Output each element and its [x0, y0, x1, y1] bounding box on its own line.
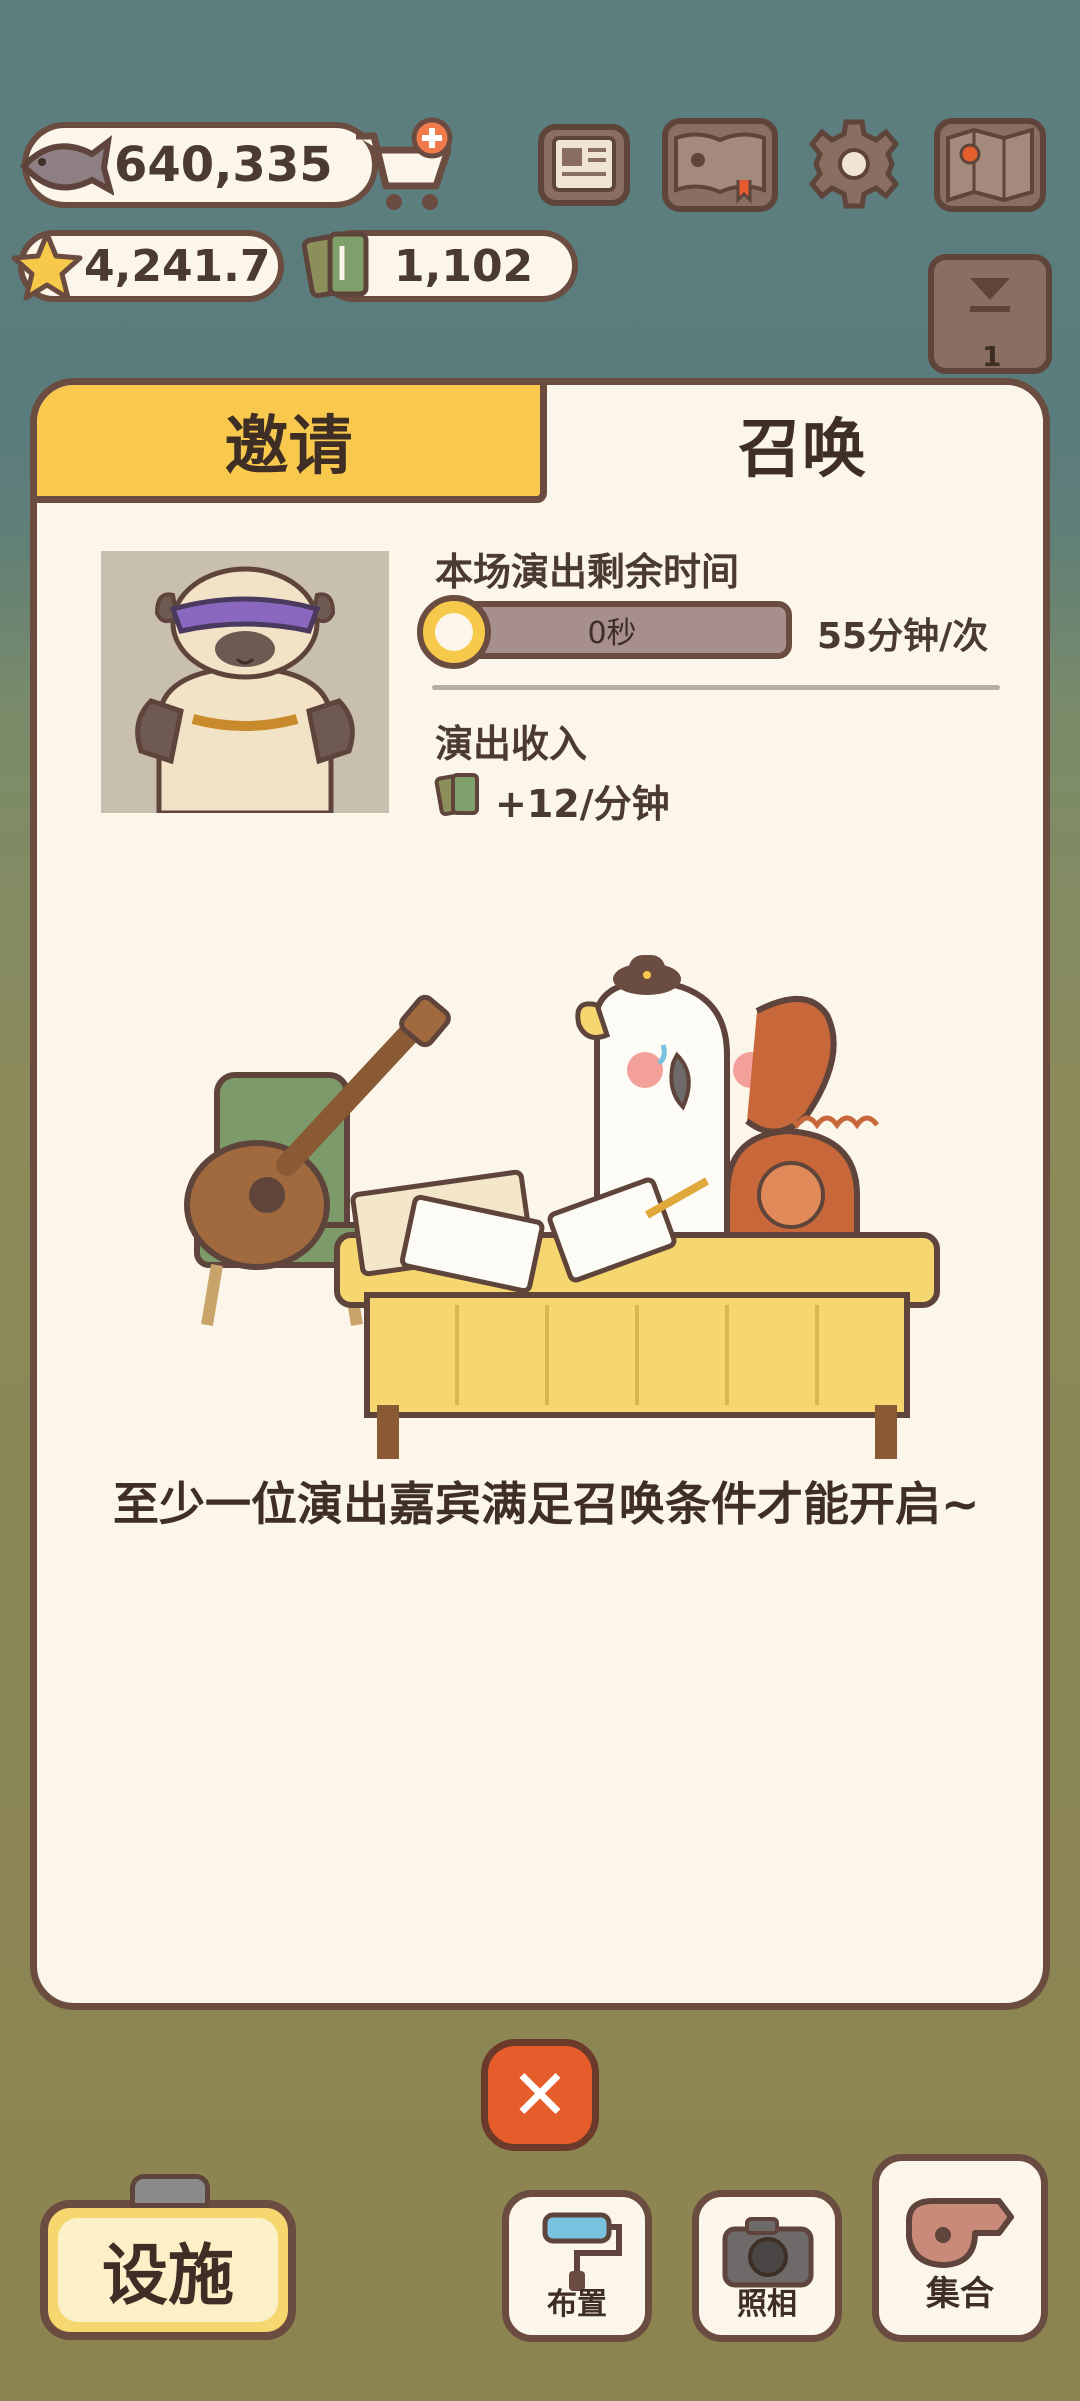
photo-button[interactable]: 照相 — [692, 2190, 842, 2342]
facility-label: 设施 — [102, 2237, 234, 2314]
ticket-icon — [434, 773, 479, 817]
performer-portrait — [101, 551, 389, 816]
album-icon — [674, 132, 766, 204]
facility-button[interactable]: 设施 — [40, 2200, 296, 2340]
collapse-toggle[interactable]: 1 — [928, 254, 1052, 374]
album-button[interactable] — [662, 118, 778, 212]
tab-summon[interactable]: 召唤 — [547, 385, 1043, 503]
ticket-icon — [301, 231, 369, 299]
summon-condition-message: 至少一位演出嘉宾满足召唤条件才能开启~ — [113, 1477, 980, 1531]
layout-button[interactable]: 布置 — [502, 2190, 652, 2342]
gather-button[interactable]: 集合 — [872, 2154, 1048, 2342]
settings-gear-icon[interactable] — [806, 116, 902, 212]
divider — [432, 685, 1000, 690]
map-button[interactable] — [934, 118, 1046, 212]
clock-icon — [417, 595, 491, 669]
clipboard-clip-icon — [130, 2174, 210, 2208]
bird-on-phone-illustration — [184, 955, 940, 1459]
star-icon — [11, 231, 83, 301]
fish-count: 640,335 — [114, 137, 333, 193]
newspaper-icon — [552, 136, 616, 192]
side-badge: 1 — [982, 340, 1002, 373]
newspaper-button[interactable] — [538, 124, 630, 206]
remaining-time-label: 本场演出剩余时间 — [435, 550, 740, 594]
income-value: +12/分钟 — [495, 782, 670, 826]
photo-label: 照相 — [737, 2287, 797, 2322]
map-icon — [946, 127, 1034, 203]
shop-cart-icon[interactable] — [350, 116, 460, 216]
chevron-down-icon — [970, 278, 1010, 312]
income-label: 演出收入 — [435, 722, 588, 766]
remaining-time-value: 0秒 — [587, 616, 637, 651]
ticket-count: 1,102 — [394, 240, 534, 292]
layout-label: 布置 — [547, 2287, 607, 2322]
show-rate: 55分钟/次 — [817, 616, 989, 657]
star-count: 4,241.7 — [84, 240, 271, 292]
fish-icon — [19, 135, 114, 196]
summon-panel: 邀请 召唤 本场演出剩余时间 0秒 55分钟/次 演出收入 +12/分钟 至少一… — [30, 378, 1050, 2010]
gather-label: 集合 — [926, 2274, 994, 2314]
close-button[interactable]: ✕ — [481, 2039, 599, 2151]
tab-invite[interactable]: 邀请 — [37, 385, 547, 503]
close-icon: ✕ — [510, 2054, 570, 2136]
